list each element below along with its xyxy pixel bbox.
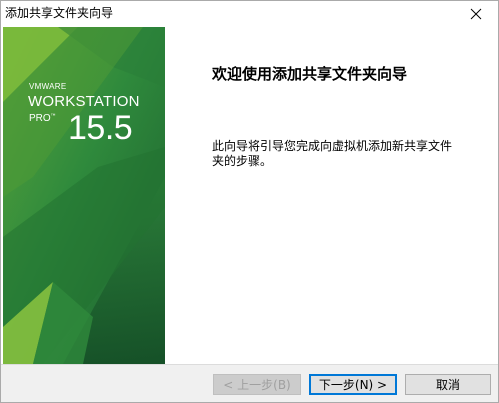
product-version: 15.5	[68, 109, 133, 147]
close-button[interactable]	[454, 1, 498, 27]
button-bar: < 上一步(B) 下一步(N) > 取消	[1, 364, 498, 402]
wizard-description: 此向导将引导您完成向虚拟机添加新共享文件夹的步骤。	[212, 139, 453, 168]
edition-label: PRO	[29, 113, 51, 124]
next-button[interactable]: 下一步(N) >	[309, 374, 397, 395]
wizard-window: 添加共享文件夹向导 VMWARE WORKSTATION PRO™ 15.5 欢…	[0, 0, 499, 403]
banner-graphic	[3, 27, 165, 364]
cancel-button[interactable]: 取消	[405, 374, 491, 395]
product-name: WORKSTATION	[28, 93, 140, 110]
wizard-heading: 欢迎使用添加共享文件夹向导	[212, 65, 408, 83]
vmware-wordmark: VMWARE	[29, 82, 67, 91]
product-banner: VMWARE WORKSTATION PRO™ 15.5	[3, 27, 165, 364]
close-icon	[470, 8, 482, 20]
trademark-symbol: ™	[50, 113, 56, 119]
back-button[interactable]: < 上一步(B)	[213, 374, 301, 395]
title-bar: 添加共享文件夹向导	[1, 1, 498, 27]
window-title: 添加共享文件夹向导	[5, 6, 114, 20]
product-edition: PRO™	[29, 113, 56, 124]
